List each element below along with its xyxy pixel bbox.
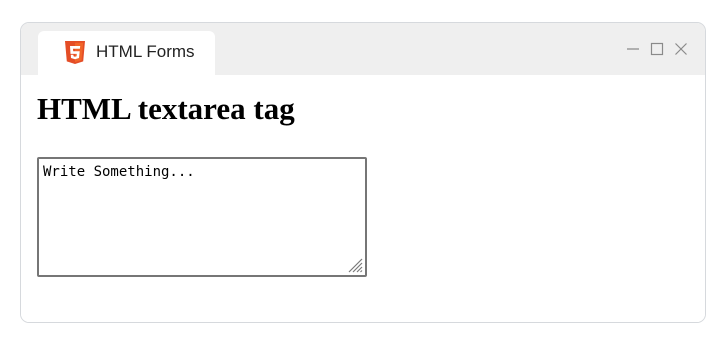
window-controls (626, 40, 688, 58)
minimize-icon[interactable] (626, 42, 640, 56)
page-content: HTML textarea tag Write Something... (21, 75, 705, 322)
textarea-placeholder: Write Something... (43, 164, 195, 180)
close-icon[interactable] (674, 42, 688, 56)
resize-handle-icon[interactable] (345, 255, 363, 273)
tab-title: HTML Forms (96, 42, 195, 61)
maximize-icon[interactable] (650, 42, 664, 56)
title-bar: HTML Forms (21, 23, 705, 75)
html5-icon (64, 41, 86, 65)
textarea-field[interactable]: Write Something... (37, 157, 367, 277)
tab-html-forms[interactable]: HTML Forms (38, 31, 215, 75)
browser-window: HTML Forms HTML textarea tag Write Somet… (20, 22, 706, 323)
page-title: HTML textarea tag (37, 91, 295, 126)
